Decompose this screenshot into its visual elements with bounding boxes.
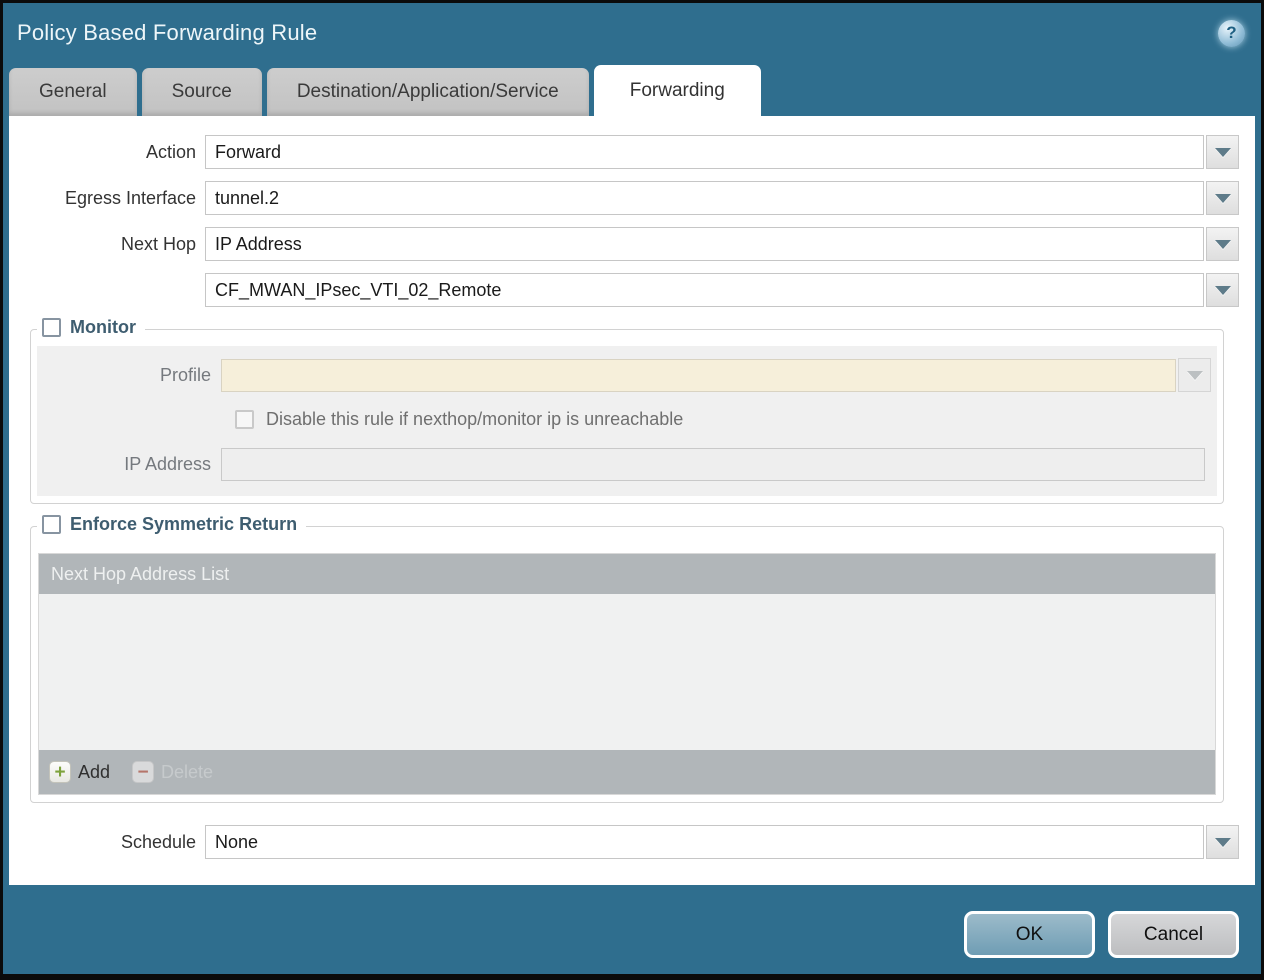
monitor-legend: Monitor	[37, 317, 145, 338]
next-hop-row: Next Hop	[9, 227, 1239, 261]
schedule-row: Schedule	[9, 825, 1239, 859]
profile-dropdown-button	[1178, 358, 1211, 392]
monitor-disabled-panel: Profile Disable this rule if nexthop/mon…	[37, 346, 1217, 496]
profile-row: Profile	[37, 358, 1211, 392]
schedule-dropdown-button[interactable]	[1206, 825, 1239, 859]
chevron-down-icon	[1215, 148, 1231, 157]
chevron-down-icon	[1215, 838, 1231, 847]
action-dropdown-button[interactable]	[1206, 135, 1239, 169]
monitor-section-title: Monitor	[70, 317, 136, 338]
disable-rule-checkbox[interactable]	[235, 410, 254, 429]
tab-forwarding-label: Forwarding	[630, 80, 725, 102]
ok-button[interactable]: OK	[964, 911, 1095, 958]
tab-forwarding[interactable]: Forwarding	[594, 65, 761, 116]
delete-button: − Delete	[132, 761, 213, 783]
chevron-down-icon	[1187, 371, 1203, 380]
egress-interface-label: Egress Interface	[9, 188, 205, 209]
forwarding-tab-panel: Action Egress Interface Next Hop	[9, 116, 1255, 885]
tab-destination-label: Destination/Application/Service	[297, 81, 559, 103]
chevron-down-icon	[1215, 240, 1231, 249]
schedule-input[interactable]	[205, 825, 1204, 859]
enforce-symmetric-return-checkbox[interactable]	[42, 515, 61, 534]
enforce-symmetric-return-section: Enforce Symmetric Return Next Hop Addres…	[30, 526, 1224, 803]
enforce-symmetric-return-title: Enforce Symmetric Return	[70, 514, 297, 535]
egress-interface-dropdown-button[interactable]	[1206, 181, 1239, 215]
next-hop-type-input[interactable]	[205, 227, 1204, 261]
next-hop-address-list-header-label: Next Hop Address List	[51, 564, 229, 585]
add-button[interactable]: + Add	[49, 761, 110, 783]
schedule-label: Schedule	[9, 832, 205, 853]
action-input[interactable]	[205, 135, 1204, 169]
pbf-rule-dialog: Policy Based Forwarding Rule ? General S…	[0, 0, 1264, 980]
next-hop-address-list-body[interactable]	[39, 594, 1215, 750]
tab-general[interactable]: General	[9, 68, 137, 116]
help-icon[interactable]: ?	[1218, 20, 1245, 47]
dialog-title: Policy Based Forwarding Rule	[17, 20, 1218, 46]
tab-bar: General Source Destination/Application/S…	[3, 63, 1261, 116]
dialog-footer: OK Cancel	[3, 885, 1261, 974]
profile-input[interactable]	[221, 359, 1176, 392]
cancel-button[interactable]: Cancel	[1108, 911, 1239, 958]
disable-rule-label: Disable this rule if nexthop/monitor ip …	[266, 409, 683, 430]
dialog-titlebar: Policy Based Forwarding Rule ?	[3, 3, 1261, 63]
next-hop-address-list-toolbar: + Add − Delete	[39, 750, 1215, 794]
action-label: Action	[9, 142, 205, 163]
tab-general-label: General	[39, 81, 107, 103]
next-hop-address-row	[9, 273, 1239, 307]
egress-interface-row: Egress Interface	[9, 181, 1239, 215]
monitor-checkbox[interactable]	[42, 318, 61, 337]
next-hop-address-list-table: Next Hop Address List + Add − Delete	[38, 553, 1216, 795]
minus-icon: −	[132, 761, 154, 783]
egress-interface-input[interactable]	[205, 181, 1204, 215]
disable-rule-row: Disable this rule if nexthop/monitor ip …	[235, 409, 1211, 430]
next-hop-address-input[interactable]	[205, 273, 1204, 307]
profile-label: Profile	[37, 365, 221, 386]
tab-destination-application-service[interactable]: Destination/Application/Service	[267, 68, 589, 116]
chevron-down-icon	[1215, 194, 1231, 203]
next-hop-label: Next Hop	[9, 234, 205, 255]
tab-source-label: Source	[172, 81, 232, 103]
tab-source[interactable]: Source	[142, 68, 262, 116]
delete-button-label: Delete	[161, 762, 213, 783]
next-hop-address-list-header: Next Hop Address List	[39, 554, 1215, 594]
enforce-symmetric-return-legend: Enforce Symmetric Return	[37, 514, 306, 535]
monitor-ip-address-label: IP Address	[37, 454, 221, 475]
chevron-down-icon	[1215, 286, 1231, 295]
add-button-label: Add	[78, 762, 110, 783]
plus-icon: +	[49, 761, 71, 783]
action-row: Action	[9, 135, 1239, 169]
next-hop-type-dropdown-button[interactable]	[1206, 227, 1239, 261]
next-hop-address-dropdown-button[interactable]	[1206, 273, 1239, 307]
monitor-ip-address-row: IP Address	[37, 448, 1211, 481]
monitor-section: Monitor Profile Disable this rule if nex…	[30, 329, 1224, 504]
monitor-ip-address-input[interactable]	[221, 448, 1205, 481]
